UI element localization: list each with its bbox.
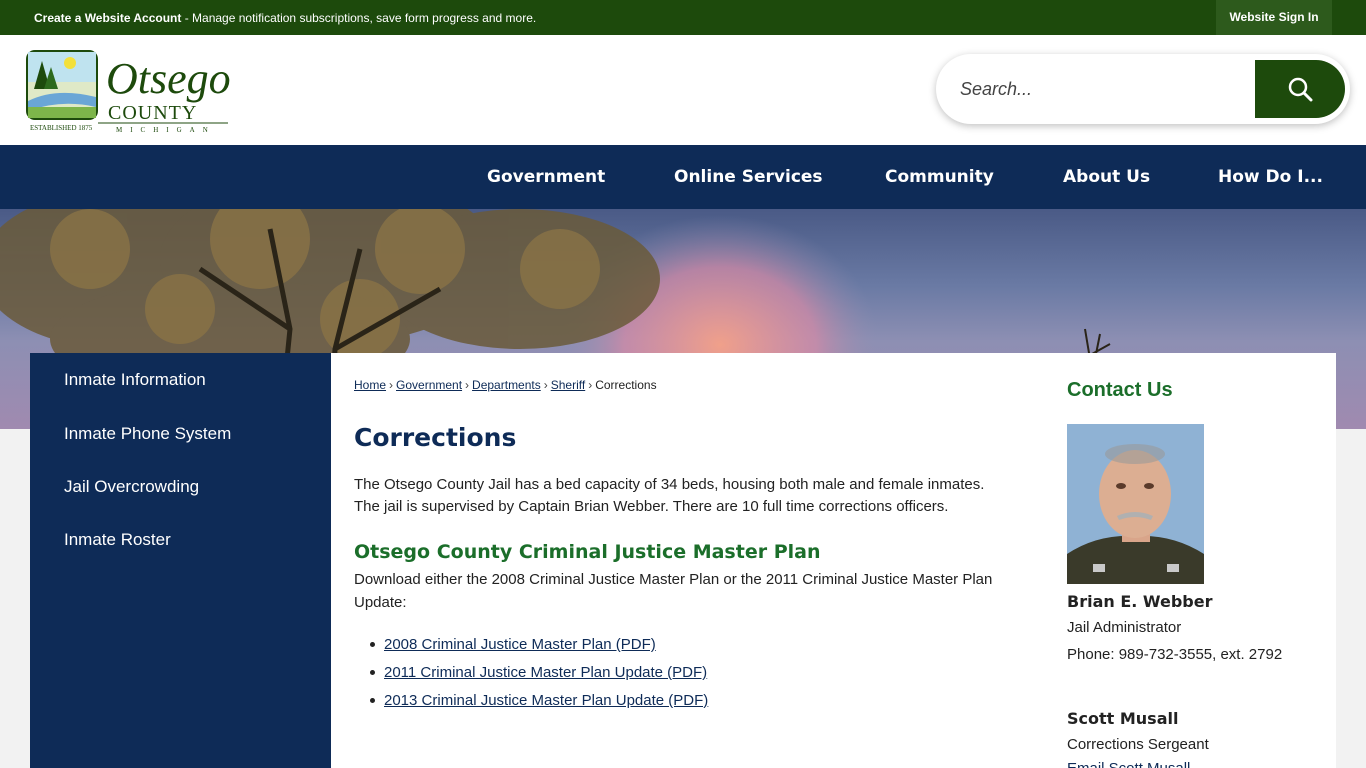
breadcrumb-separator: › bbox=[389, 378, 394, 392]
email-link-musall[interactable]: Email Scott Musall bbox=[1067, 760, 1190, 768]
intro-paragraph: The Otsego County Jail has a bed capacit… bbox=[354, 476, 985, 515]
page-title: Corrections bbox=[354, 423, 517, 452]
account-message[interactable]: Create a Website Account - Manage notifi… bbox=[34, 11, 536, 25]
contact-name-webber: Brian E. Webber bbox=[1067, 592, 1213, 611]
nav-community[interactable]: Community bbox=[885, 145, 994, 209]
create-account-link[interactable]: Create a Website Account bbox=[34, 11, 181, 25]
breadcrumb-separator: › bbox=[588, 378, 593, 392]
search-button[interactable] bbox=[1255, 60, 1345, 118]
main-content: Home › Government › Departments › Sheriff › Corr… bbox=[331, 353, 1336, 768]
sidebar-item-jail-overcrowding[interactable]: Jail Overcrowding bbox=[64, 477, 199, 497]
sidebar-item-inmate-phone-system[interactable]: Inmate Phone System bbox=[64, 424, 231, 444]
list-item: 2011 Criminal Justice Master Plan Update… bbox=[369, 663, 708, 691]
search-input[interactable] bbox=[960, 54, 1250, 124]
nav-how-do-i[interactable]: How Do I... bbox=[1218, 145, 1323, 209]
document-link-2013[interactable]: 2013 Criminal Justice Master Plan Update… bbox=[384, 692, 708, 709]
logo-state: MICHIGAN bbox=[116, 126, 216, 134]
nav-government[interactable]: Government bbox=[487, 145, 605, 209]
account-message-text: - Manage notification subscriptions, sav… bbox=[181, 11, 537, 25]
otsego-county-logo[interactable]: ESTABLISHED 1875 Otsego COUNTY MICHIGAN bbox=[26, 49, 230, 135]
breadcrumb-current: Corrections bbox=[595, 378, 657, 392]
sidebar-item-inmate-roster[interactable]: Inmate Roster bbox=[64, 530, 171, 550]
list-item: 2013 Criminal Justice Master Plan Update… bbox=[369, 691, 708, 719]
master-plan-description: Download either the 2008 Criminal Justic… bbox=[354, 571, 993, 611]
contact-role-webber: Jail Administrator bbox=[1067, 619, 1182, 636]
breadcrumb: Home › Government › Departments › Sheriff › Corr… bbox=[354, 378, 657, 392]
logo-county: COUNTY bbox=[108, 102, 197, 124]
document-link-2011[interactable]: 2011 Criminal Justice Master Plan Update… bbox=[384, 664, 707, 681]
contact-us-heading: Contact Us bbox=[1067, 379, 1173, 401]
sidebar-item-inmate-information[interactable]: Inmate Information bbox=[64, 370, 206, 390]
contact-phone-webber[interactable]: Phone: 989-732-3555, ext. 2792 bbox=[1067, 646, 1282, 663]
contact-role-musall: Corrections Sergeant bbox=[1067, 736, 1209, 753]
breadcrumb-separator: › bbox=[543, 378, 548, 392]
site-header: ESTABLISHED 1875 Otsego COUNTY MICHIGAN bbox=[0, 35, 1366, 145]
nav-about-us[interactable]: About Us bbox=[1063, 145, 1150, 209]
portrait-image bbox=[1067, 424, 1204, 584]
breadcrumb-sheriff[interactable]: Sheriff bbox=[551, 378, 585, 392]
breadcrumb-separator: › bbox=[465, 378, 470, 392]
search-box bbox=[936, 54, 1350, 124]
breadcrumb-government[interactable]: Government bbox=[396, 378, 462, 392]
document-link-2008[interactable]: 2008 Criminal Justice Master Plan (PDF) bbox=[384, 636, 656, 653]
top-utility-bar: Create a Website Account - Manage notifi… bbox=[0, 0, 1366, 35]
document-list: 2008 Criminal Justice Master Plan (PDF) … bbox=[369, 635, 708, 719]
side-navigation: Inmate Information Inmate Phone System J… bbox=[30, 353, 331, 768]
logo-established: ESTABLISHED 1875 bbox=[30, 124, 93, 132]
nav-online-services[interactable]: Online Services bbox=[674, 145, 823, 209]
main-navigation: Government Online Services Community Abo… bbox=[0, 145, 1366, 209]
website-sign-in-button[interactable]: Website Sign In bbox=[1216, 0, 1332, 35]
breadcrumb-home[interactable]: Home bbox=[354, 378, 386, 392]
logo-name: Otsego bbox=[106, 54, 230, 103]
brian-webber-photo bbox=[1067, 424, 1204, 584]
list-item: 2008 Criminal Justice Master Plan (PDF) bbox=[369, 635, 708, 663]
contact-name-musall: Scott Musall bbox=[1067, 709, 1179, 728]
breadcrumb-departments[interactable]: Departments bbox=[472, 378, 541, 392]
contact-email-musall[interactable]: Email Scott Musall bbox=[1067, 760, 1190, 768]
search-icon bbox=[1288, 77, 1313, 102]
master-plan-heading: Otsego County Criminal Justice Master Pl… bbox=[354, 541, 821, 563]
